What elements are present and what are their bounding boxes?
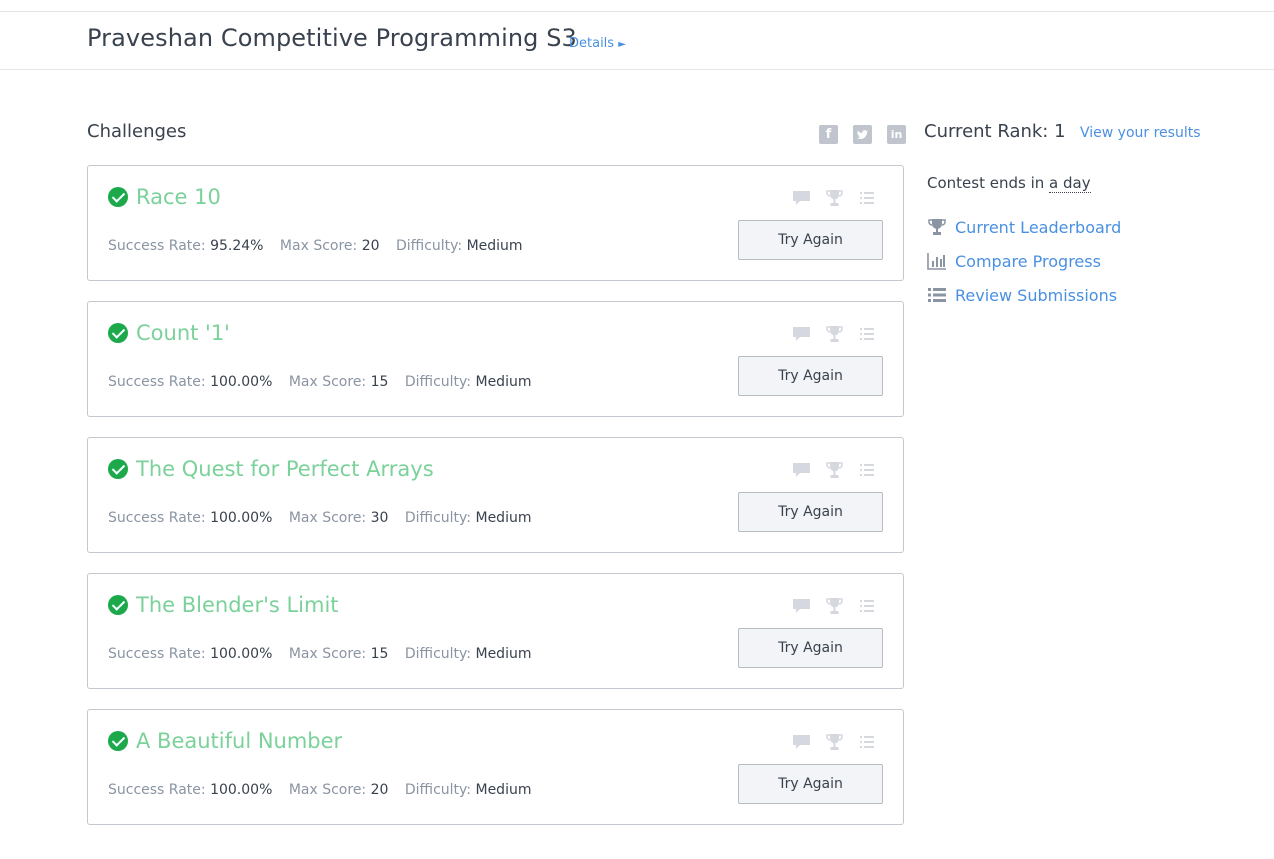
leaderboard-icon[interactable] [824,733,845,751]
review-submissions-label: Review Submissions [955,285,1118,305]
max-score-label: Max Score: [288,374,371,390]
leaderboard-link[interactable]: Current Leaderboard [927,217,1121,237]
success-rate-label: Success Rate: [108,646,211,662]
leaderboard-icon[interactable] [824,461,845,479]
try-again-button[interactable]: Try Again [738,492,883,532]
success-rate-value: 100.00% [210,646,273,662]
max-score-value: 20 [361,238,380,254]
triangle-right-icon: ► [618,39,626,50]
solved-check-icon [108,459,128,479]
max-score-value: 20 [370,782,389,798]
leaderboard-icon[interactable] [824,189,845,207]
max-score-label: Max Score: [288,646,371,662]
max-score-value: 15 [370,646,389,662]
challenge-card: Race 10 Success Rate: 95.24% Max Score: … [87,165,904,281]
challenge-title[interactable]: The Quest for Perfect Arrays [136,457,434,481]
solved-check-icon [108,731,128,751]
contest-ends-text: Contest ends in a day [927,174,1091,193]
challenge-card: Count '1' Success Rate: 100.00% Max Scor… [87,301,904,417]
max-score-label: Max Score: [279,238,362,254]
challenge-title[interactable]: The Blender's Limit [136,593,339,617]
difficulty-value: Medium [475,510,532,526]
discussion-icon[interactable] [791,189,812,207]
submissions-icon[interactable] [857,189,878,207]
challenge-meta: Success Rate: 100.00% Max Score: 15 Diff… [108,646,543,662]
try-again-button[interactable]: Try Again [738,356,883,396]
max-score-value: 15 [370,374,389,390]
submissions-icon[interactable] [857,325,878,343]
contest-title: Praveshan Competitive Programming S3 [87,24,577,52]
max-score-label: Max Score: [288,782,371,798]
list-icon [927,286,947,304]
difficulty-value: Medium [466,238,523,254]
difficulty-label: Difficulty: [404,646,476,662]
success-rate-label: Success Rate: [108,374,211,390]
success-rate-label: Success Rate: [108,782,211,798]
try-again-button[interactable]: Try Again [738,628,883,668]
challenges-heading: Challenges [87,121,187,142]
ends-time: a day [1049,174,1091,193]
difficulty-value: Medium [475,374,532,390]
difficulty-value: Medium [475,782,532,798]
success-rate-value: 100.00% [210,782,273,798]
solved-check-icon [108,595,128,615]
challenge-card: The Quest for Perfect Arrays Success Rat… [87,437,904,553]
difficulty-label: Difficulty: [404,782,476,798]
challenge-card: The Blender's Limit Success Rate: 100.00… [87,573,904,689]
solved-check-icon [108,187,128,207]
submissions-icon[interactable] [857,597,878,615]
leaderboard-icon[interactable] [824,325,845,343]
success-rate-value: 95.24% [210,238,264,254]
challenge-title[interactable]: Count '1' [136,321,230,345]
compare-progress-label: Compare Progress [955,251,1101,271]
discussion-icon[interactable] [791,461,812,479]
discussion-icon[interactable] [791,733,812,751]
review-submissions-link[interactable]: Review Submissions [927,285,1117,305]
details-link[interactable]: Details ► [569,36,626,51]
facebook-icon[interactable]: f [819,125,838,144]
success-rate-label: Success Rate: [108,238,211,254]
challenge-actions [791,597,878,615]
challenge-actions [791,733,878,751]
challenge-meta: Success Rate: 100.00% Max Score: 30 Diff… [108,510,543,526]
twitter-icon[interactable] [853,125,872,144]
submissions-icon[interactable] [857,733,878,751]
current-rank: Current Rank: 1 [924,121,1066,142]
difficulty-label: Difficulty: [404,374,476,390]
trophy-icon [927,218,947,236]
success-rate-value: 100.00% [210,510,273,526]
bar-chart-icon [927,252,947,270]
compare-progress-link[interactable]: Compare Progress [927,251,1101,271]
success-rate-label: Success Rate: [108,510,211,526]
challenge-title[interactable]: A Beautiful Number [136,729,342,753]
linkedin-icon[interactable]: in [887,125,906,144]
difficulty-value: Medium [475,646,532,662]
difficulty-label: Difficulty: [395,238,467,254]
difficulty-label: Difficulty: [404,510,476,526]
ends-prefix: Contest ends in [927,174,1050,192]
challenge-meta: Success Rate: 100.00% Max Score: 20 Diff… [108,782,543,798]
challenge-card: A Beautiful Number Success Rate: 100.00%… [87,709,904,825]
submissions-icon[interactable] [857,461,878,479]
try-again-button[interactable]: Try Again [738,764,883,804]
leaderboard-icon[interactable] [824,597,845,615]
try-again-button[interactable]: Try Again [738,220,883,260]
max-score-label: Max Score: [288,510,371,526]
max-score-value: 30 [370,510,389,526]
challenge-title[interactable]: Race 10 [136,185,221,209]
solved-check-icon [108,323,128,343]
challenge-actions [791,461,878,479]
challenge-meta: Success Rate: 100.00% Max Score: 15 Diff… [108,374,543,390]
challenge-actions [791,325,878,343]
success-rate-value: 100.00% [210,374,273,390]
challenge-actions [791,189,878,207]
view-results-link[interactable]: View your results [1080,125,1201,141]
details-label: Details [569,36,615,51]
discussion-icon[interactable] [791,325,812,343]
leaderboard-label: Current Leaderboard [955,217,1122,237]
discussion-icon[interactable] [791,597,812,615]
challenge-meta: Success Rate: 95.24% Max Score: 20 Diffi… [108,238,535,254]
